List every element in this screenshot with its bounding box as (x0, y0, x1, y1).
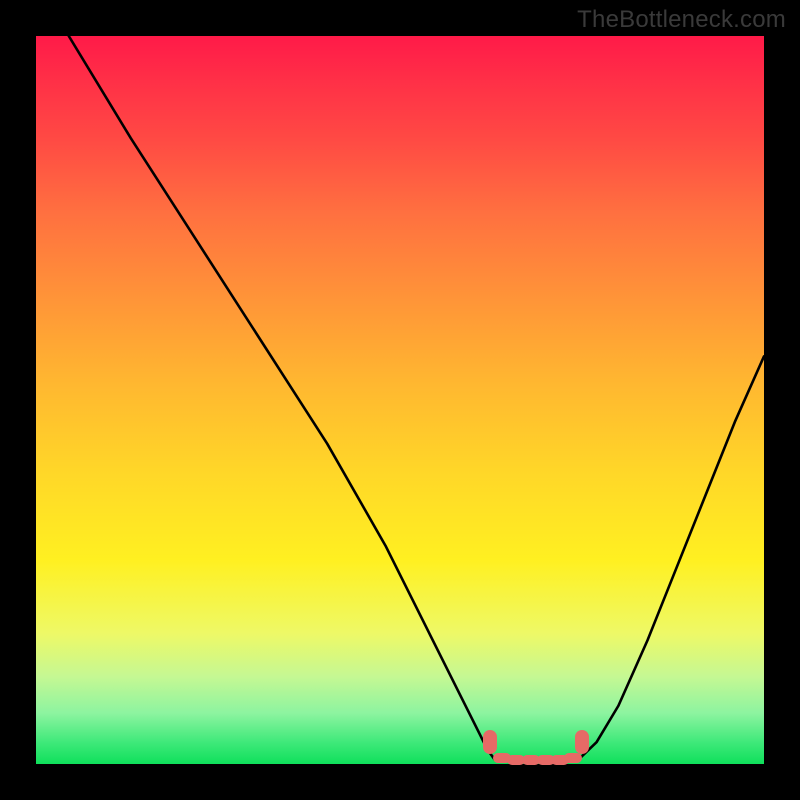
floor-dot-5 (564, 753, 582, 763)
curves-svg (36, 36, 764, 764)
plot-area (36, 36, 764, 764)
chart-frame: TheBottleneck.com (0, 0, 800, 800)
curve-path (69, 36, 764, 762)
marker-right-edge (575, 730, 589, 754)
watermark-text: TheBottleneck.com (577, 6, 786, 34)
marker-left-edge (483, 730, 497, 754)
